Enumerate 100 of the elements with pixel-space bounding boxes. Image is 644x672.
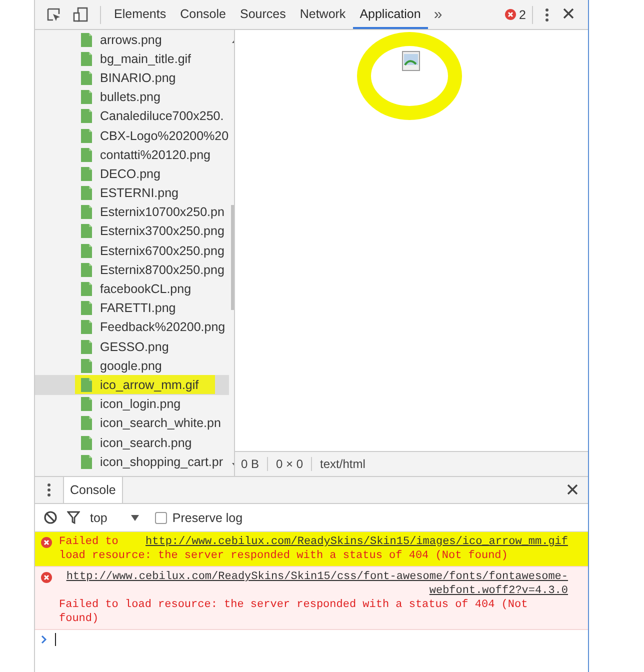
file-name: facebookCL.png [100,282,192,296]
file-item[interactable]: CBX-Logo%20200%20 [35,126,229,146]
file-icon [81,52,92,66]
file-name: icon_search_white.pn [100,416,221,430]
file-item[interactable]: Esternix8700x250.png [35,260,229,280]
file-name: ESTERNI.png [100,186,179,200]
file-icon [81,378,92,392]
file-item[interactable]: ESTERNI.png [35,184,229,203]
file-name: arrows.png [100,32,162,47]
file-name: bullets.png [100,90,160,104]
file-icon [81,70,92,85]
file-item[interactable]: facebookCL.png [35,279,229,299]
file-icon [81,340,92,354]
message-text: Failed to [59,535,118,549]
file-item[interactable]: DECO.png [35,164,229,184]
file-name: GESSO.png [100,340,169,354]
file-item[interactable]: icon_login.png [35,394,229,414]
file-name: BINARIO.png [100,70,176,85]
error-icon [41,537,52,548]
file-icon [81,320,92,334]
file-item[interactable]: icon_shopping_cart.pr [35,452,229,472]
close-icon [567,484,578,494]
file-name: CBX-Logo%20200%20 [100,128,229,143]
file-item[interactable]: GESSO.png [35,337,229,356]
status-text: text/html [311,457,374,471]
file-icon [81,282,92,296]
file-icon [81,32,92,47]
file-name: google.png [100,358,162,373]
file-icon [81,224,92,238]
file-name: DECO.png [100,166,160,181]
file-icon [81,454,92,469]
checkbox-label: Preserve log [172,510,243,524]
file-icon [81,186,92,200]
preserve-log-checkbox[interactable] [155,512,168,524]
file-name: Esternix3700x250.png [100,224,224,238]
file-name: bg_main_title.gif [100,52,192,66]
drawer-menu-icon[interactable] [47,483,51,497]
file-item[interactable]: BINARIO.png [35,68,229,88]
file-item[interactable]: FARETTI.png [35,298,229,318]
more-menu-icon[interactable] [545,8,549,22]
file-item[interactable]: Esternix3700x250.png [35,222,229,242]
file-icon [81,358,92,373]
more-tabs-button[interactable]: » [428,6,448,23]
file-name: icon_search.png [100,436,192,450]
filter-icon[interactable] [67,511,80,524]
status-text: 0 × 0 [267,457,312,471]
drawer-tab[interactable]: Console [64,477,123,503]
file-item[interactable]: ico_arrow_mm.gif [35,375,229,395]
file-item[interactable]: icon_search_white.pn [35,414,229,433]
file-name: ico_arrow_mm.gif [100,378,199,392]
error-icon [505,9,516,20]
file-item[interactable]: arrows.png [35,30,229,50]
file-name: Esternix10700x250.pn [100,205,224,220]
error-icon [41,572,52,583]
file-icon [81,416,92,430]
file-name: Feedback%20200.png [100,320,226,334]
clear-icon[interactable] [44,511,57,524]
file-item[interactable]: bullets.png [35,88,229,107]
context-selector[interactable]: top [90,510,140,524]
inspect-icon[interactable] [47,8,61,22]
file-name: contatti%20120.png [100,148,211,162]
file-icon [81,436,92,450]
file-item[interactable]: Canalediluce700x250. [35,106,229,126]
device-icon[interactable] [73,7,88,22]
panel-tab[interactable]: Elements [107,0,174,29]
file-icon [81,301,92,316]
panel-tab[interactable]: Network [292,0,353,29]
close-icon [563,8,574,19]
file-icon [81,397,92,412]
file-icon [81,128,92,143]
file-icon [81,205,92,220]
file-name: icon_shopping_cart.pr [100,454,223,469]
file-icon [81,244,92,258]
file-item[interactable]: Esternix6700x250.png [35,241,229,260]
message-text: load resource: the server responded with a status of 404 (Not found) [59,549,509,563]
file-item[interactable]: contatti%20120.png [35,145,229,164]
file-item[interactable]: Esternix10700x250.pn [35,202,229,222]
file-icon [81,109,92,124]
file-name: icon_login.png [100,397,181,412]
file-icon [81,166,92,181]
broken-image-icon [402,51,420,71]
panel-tab[interactable]: Console [173,0,233,29]
file-icon [81,148,92,162]
panel-tab[interactable]: Sources [232,0,293,29]
prompt-icon [41,634,47,644]
file-name: Esternix8700x250.png [100,262,224,277]
file-icon [81,262,92,277]
message-text: Failed to load resource: the server responded with a status of 404 (Not found) [59,598,529,626]
file-item[interactable]: icon_search.png [35,432,229,452]
file-icon [81,90,92,104]
status-text: 0 B [240,457,260,471]
error-count: 2 [519,8,526,22]
file-name: Canalediluce700x250. [100,109,224,124]
file-name: Esternix6700x250.png [100,244,224,258]
resource-link[interactable]: http://www.cebilux.com/ReadySkins/Skin15/css/font-awesome/fonts/fontawesome-webfont.woff2?v=4.3.0 [59,570,568,598]
resource-link[interactable]: http://www.cebilux.com/ReadySkins/Skin15/images/ico_arrow_mm.gif [146,535,568,549]
file-item[interactable]: bg_main_title.gif [35,49,229,68]
file-item[interactable]: Feedback%20200.png [35,318,229,337]
file-item[interactable]: google.png [35,356,229,376]
file-name: FARETTI.png [100,301,176,316]
